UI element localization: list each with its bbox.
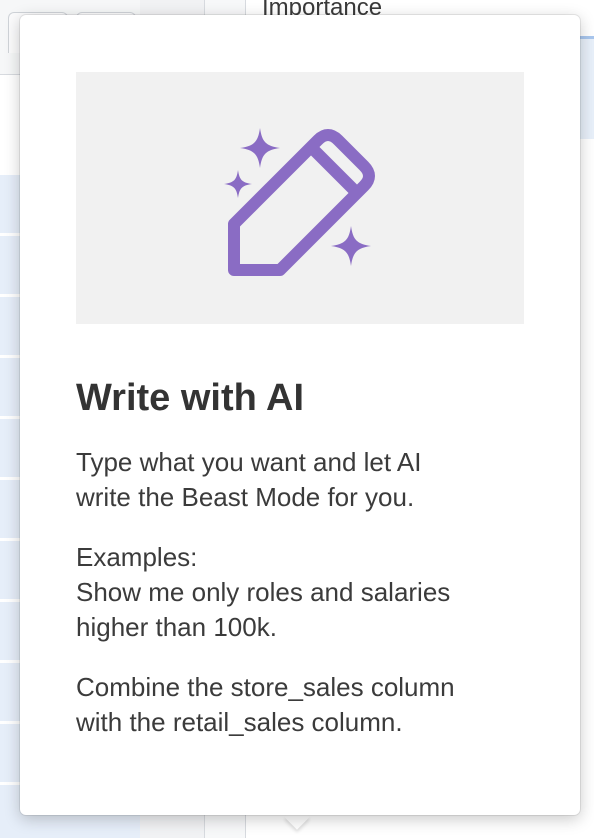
example-line: Show me only roles and salaries [76, 577, 451, 607]
examples-heading: Examples: [76, 542, 198, 572]
popover-example-2: Combine the store_sales column with the … [76, 670, 546, 740]
popover-examples: Examples: Show me only roles and salarie… [76, 540, 546, 645]
ai-pencil-sparkles-icon [224, 128, 375, 276]
example-line: higher than 100k. [76, 612, 277, 642]
example-line: with the retail_sales column. [76, 707, 403, 737]
popover-body: Type what you want and let AI write the … [76, 445, 546, 765]
write-with-ai-popover: Write with AI Type what you want and let… [20, 15, 580, 815]
description-line: write the Beast Mode for you. [76, 482, 415, 512]
popover-title: Write with AI [76, 377, 304, 419]
popover-description: Type what you want and let AI write the … [76, 445, 546, 515]
description-line: Type what you want and let AI [76, 447, 422, 477]
illustration-panel [76, 72, 524, 324]
example-line: Combine the store_sales column [76, 672, 455, 702]
